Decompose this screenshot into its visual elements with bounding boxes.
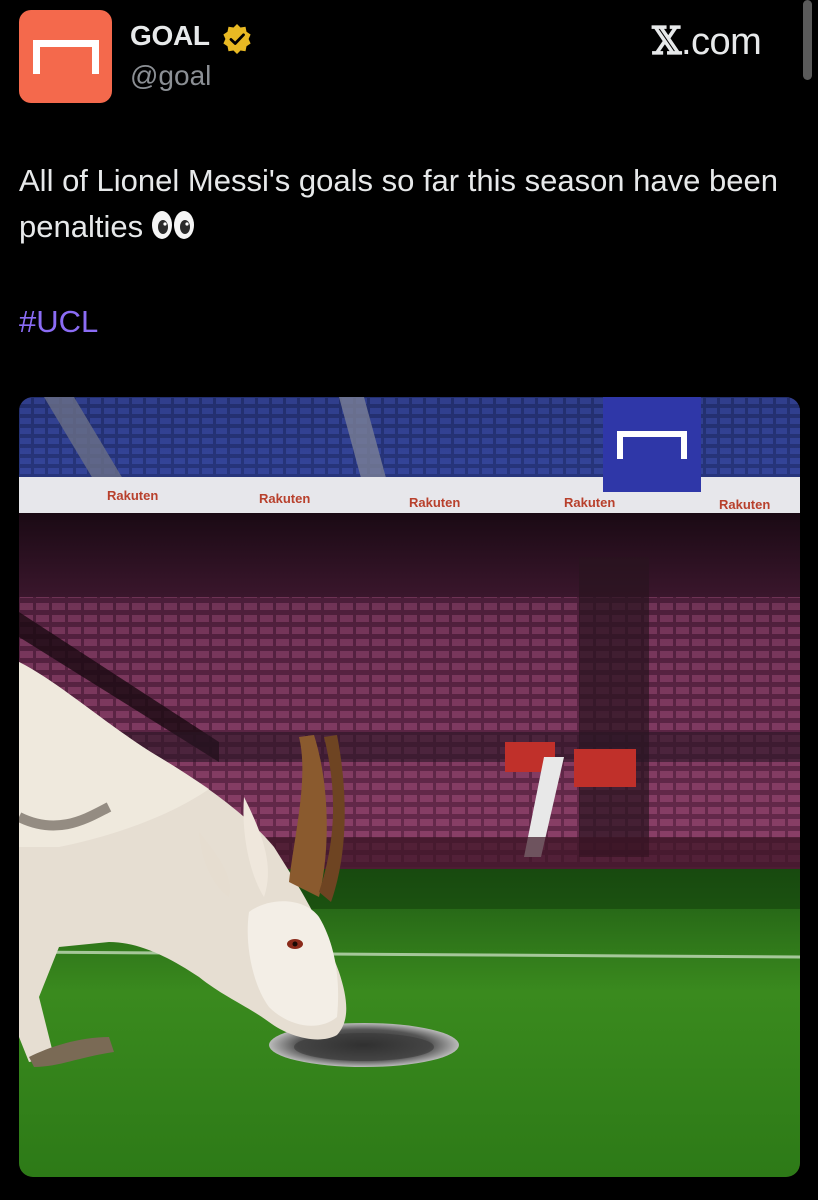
sponsor-board: Rakuten: [564, 495, 615, 510]
eyes-emoji-icon: [152, 211, 195, 239]
tweet-media[interactable]: Rakuten Rakuten Rakuten Rakuten Rakuten: [19, 397, 800, 1177]
site-logo-suffix: .com: [680, 21, 762, 63]
verified-badge-icon: [223, 24, 251, 54]
sponsor-board: Rakuten: [107, 488, 158, 503]
tweet-header: GOAL @goal 𝕏.com: [0, 0, 818, 120]
x-logo-icon: 𝕏: [652, 18, 681, 63]
stadium-goat-image: Rakuten Rakuten Rakuten Rakuten Rakuten: [19, 397, 800, 1177]
sponsor-board: Rakuten: [409, 495, 460, 510]
sponsor-board: Rakuten: [719, 497, 770, 512]
display-name[interactable]: GOAL: [130, 20, 210, 52]
sponsor-board: Rakuten: [259, 491, 310, 506]
goal-corner-logo: [603, 397, 701, 492]
goal-logo-icon: [617, 431, 687, 459]
handle[interactable]: @goal: [130, 60, 211, 92]
site-logo[interactable]: 𝕏.com: [652, 18, 762, 64]
hashtag-link[interactable]: #UCL: [19, 304, 98, 340]
tweet-body: All of Lionel Messi's goals so far this …: [19, 163, 778, 244]
goal-logo-icon: [33, 40, 99, 74]
avatar[interactable]: [19, 10, 112, 103]
tweet-text: All of Lionel Messi's goals so far this …: [19, 158, 809, 250]
